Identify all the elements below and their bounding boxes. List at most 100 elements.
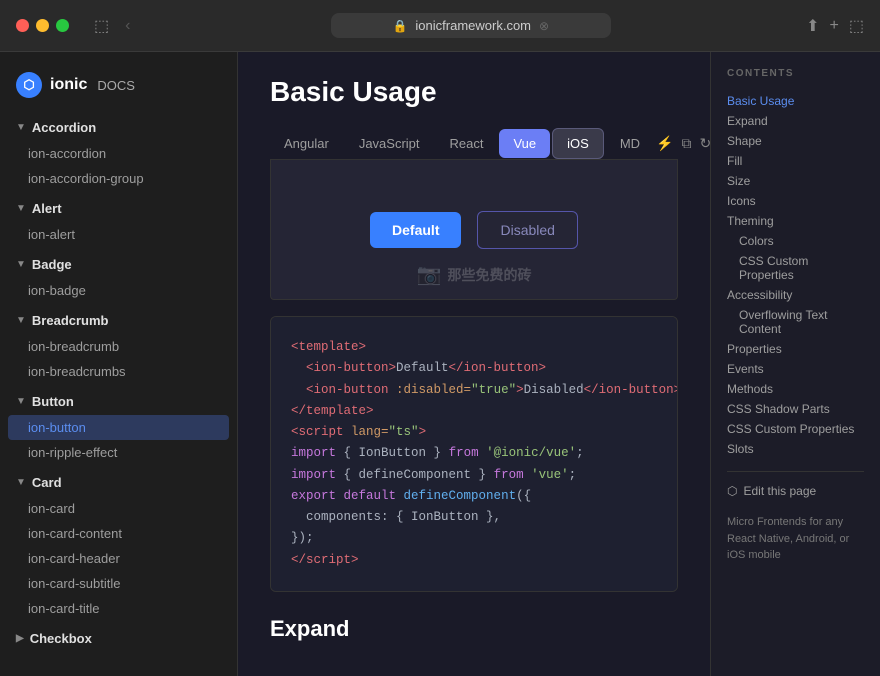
sidebar-item-ion-breadcrumb[interactable]: ion-breadcrumb [0, 334, 237, 359]
sidebar-item-ion-accordion-group[interactable]: ion-accordion-group [0, 166, 237, 191]
tab-ios[interactable]: iOS [552, 128, 604, 159]
code-line-3: <ion-button :disabled="true">Disabled</i… [291, 380, 657, 401]
close-button[interactable] [16, 19, 29, 32]
code-line-13: </script> [291, 550, 657, 571]
sidebar-item-ion-ripple-effect[interactable]: ion-ripple-effect [0, 440, 237, 465]
toc-item-overflowing[interactable]: Overflowing Text Content [727, 305, 864, 339]
toc-item-basic-usage[interactable]: Basic Usage [727, 91, 864, 111]
accordion-section-header[interactable]: ▼ Accordion [0, 114, 237, 141]
accordion-label: Accordion [32, 120, 96, 135]
url-text: ionicframework.com [415, 18, 531, 33]
tab-vue[interactable]: Vue [499, 129, 550, 158]
demo-disabled-button: Disabled [477, 211, 577, 249]
sidebar-item-ion-breadcrumbs[interactable]: ion-breadcrumbs [0, 359, 237, 384]
toc-item-shape[interactable]: Shape [727, 131, 864, 151]
checkbox-section-header[interactable]: ▶ Checkbox [0, 625, 237, 652]
code-line-4: </template> [291, 401, 657, 422]
sidebar-item-ion-accordion[interactable]: ion-accordion [0, 141, 237, 166]
toc-item-methods[interactable]: Methods [727, 379, 864, 399]
sidebar: ⬡ ionic DOCS ▼ Accordion ion-accordion i… [0, 52, 238, 676]
toc-item-css-custom-props-2[interactable]: CSS Custom Properties [727, 419, 864, 439]
breadcrumb-label: Breadcrumb [32, 313, 109, 328]
nav-section-card: ▼ Card ion-card ion-card-content ion-car… [0, 469, 237, 621]
nav-buttons: ⬚ ‹ [89, 14, 135, 38]
demo-default-button[interactable]: Default [370, 212, 461, 248]
main-layout: ⬡ ionic DOCS ▼ Accordion ion-accordion i… [0, 52, 880, 676]
tab-md[interactable]: MD [606, 129, 654, 158]
chevron-right-icon: ▶ [16, 633, 24, 644]
toc-item-theming[interactable]: Theming [727, 211, 864, 231]
code-line-8: import { defineComponent } from 'vue'; [291, 465, 657, 486]
toc-divider [727, 471, 864, 472]
chevron-down-icon: ▼ [16, 122, 26, 133]
sidebar-item-ion-alert[interactable]: ion-alert [0, 222, 237, 247]
new-tab-button[interactable]: + [830, 17, 839, 35]
nav-section-alert: ▼ Alert ion-alert [0, 195, 237, 247]
share-button[interactable]: ⬆ [806, 16, 819, 36]
badge-section-header[interactable]: ▼ Badge [0, 251, 237, 278]
tabs-button[interactable]: ⬚ [849, 16, 864, 36]
tab-angular[interactable]: Angular [270, 129, 343, 158]
toc-item-fill[interactable]: Fill [727, 151, 864, 171]
chevron-down-icon: ▼ [16, 315, 26, 326]
chevron-down-icon: ▼ [16, 396, 26, 407]
titlebar: ⬚ ‹ 🔒 ionicframework.com ⊗ ⬆ + ⬚ [0, 0, 880, 52]
refresh-icon: ⊗ [539, 19, 549, 33]
code-line-7: import { IonButton } from '@ionic/vue'; [291, 443, 657, 464]
code-line-1: <template> [291, 337, 657, 358]
forward-button[interactable]: ‹ [120, 14, 135, 38]
sidebar-item-ion-card-header[interactable]: ion-card-header [0, 546, 237, 571]
sidebar-item-ion-card-content[interactable]: ion-card-content [0, 521, 237, 546]
fullscreen-button[interactable] [56, 19, 69, 32]
toc-item-events[interactable]: Events [727, 359, 864, 379]
toc-item-expand[interactable]: Expand [727, 111, 864, 131]
tab-actions: ⚡ ⧉ ↻ [656, 135, 710, 152]
button-section-header[interactable]: ▼ Button [0, 388, 237, 415]
breadcrumb-section-header[interactable]: ▼ Breadcrumb [0, 307, 237, 334]
expand-title: Expand [270, 616, 678, 642]
code-line-10: export default defineComponent({ [291, 486, 657, 507]
toc-item-css-shadow-parts[interactable]: CSS Shadow Parts [727, 399, 864, 419]
card-section-header[interactable]: ▼ Card [0, 469, 237, 496]
toc-item-properties[interactable]: Properties [727, 339, 864, 359]
sidebar-item-ion-card[interactable]: ion-card [0, 496, 237, 521]
sidebar-item-ion-card-title[interactable]: ion-card-title [0, 596, 237, 621]
back-button[interactable]: ⬚ [89, 14, 114, 38]
url-pill[interactable]: 🔒 ionicframework.com ⊗ [331, 13, 611, 38]
ad-text: Micro Frontends for any React Native, An… [727, 514, 864, 564]
brand-docs: DOCS [97, 78, 135, 93]
watermark-text: 那些免费的砖 [447, 265, 531, 285]
tab-javascript[interactable]: JavaScript [345, 129, 434, 158]
sidebar-item-ion-button[interactable]: ion-button [8, 415, 229, 440]
chevron-down-icon: ▼ [16, 477, 26, 488]
edit-page-label: Edit this page [743, 484, 816, 498]
minimize-button[interactable] [36, 19, 49, 32]
secure-icon: 🔒 [392, 19, 407, 33]
edit-page-link[interactable]: ⬡ Edit this page [727, 484, 864, 498]
alert-section-header[interactable]: ▼ Alert [0, 195, 237, 222]
refresh-icon[interactable]: ↻ [699, 135, 710, 152]
code-line-11: components: { IonButton }, [291, 507, 657, 528]
badge-label: Badge [32, 257, 72, 272]
toc-item-css-custom-props[interactable]: CSS Custom Properties [727, 251, 864, 285]
button-label: Button [32, 394, 74, 409]
brand-row: ⬡ ionic DOCS [0, 64, 237, 114]
toc-item-icons[interactable]: Icons [727, 191, 864, 211]
nav-section-breadcrumb: ▼ Breadcrumb ion-breadcrumb ion-breadcru… [0, 307, 237, 384]
tab-react[interactable]: React [436, 129, 498, 158]
code-line-6: <script lang="ts"> [291, 422, 657, 443]
nav-section-accordion: ▼ Accordion ion-accordion ion-accordion-… [0, 114, 237, 191]
toc-item-size[interactable]: Size [727, 171, 864, 191]
toc-item-colors[interactable]: Colors [727, 231, 864, 251]
toc-item-slots[interactable]: Slots [727, 439, 864, 459]
logo-icon: ⬡ [23, 77, 34, 93]
code-block: <template> <ion-button>Default</ion-butt… [270, 316, 678, 592]
sidebar-item-ion-card-subtitle[interactable]: ion-card-subtitle [0, 571, 237, 596]
toc-item-accessibility[interactable]: Accessibility [727, 285, 864, 305]
lightning-icon[interactable]: ⚡ [656, 135, 673, 152]
tab-bar: Angular JavaScript React Vue iOS MD ⚡ ⧉ … [270, 128, 678, 160]
sidebar-item-ion-badge[interactable]: ion-badge [0, 278, 237, 303]
brand-name: ionic [50, 76, 87, 94]
copy-icon[interactable]: ⧉ [681, 135, 691, 152]
nav-section-button: ▼ Button ion-button ion-ripple-effect [0, 388, 237, 465]
